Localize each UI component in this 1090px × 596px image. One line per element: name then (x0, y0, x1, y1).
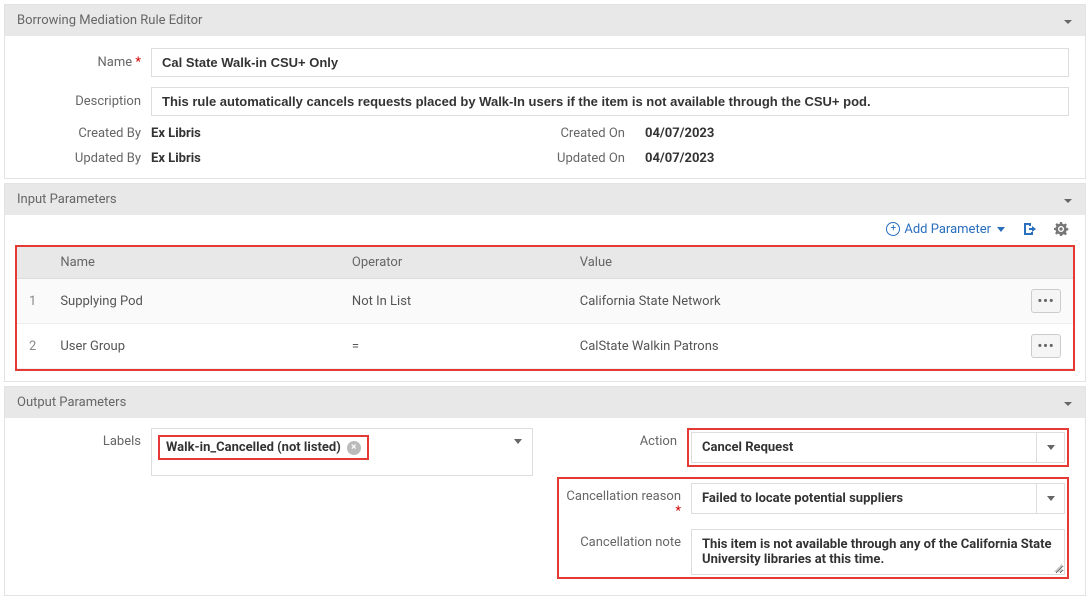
row-name: User Group (48, 324, 340, 369)
gear-icon[interactable] (1053, 221, 1069, 237)
input-params-highlight: Name Operator Value 1 Supplying Pod Not … (15, 245, 1075, 371)
export-icon[interactable] (1021, 221, 1037, 237)
plus-circle-icon: + (886, 222, 900, 236)
row-actions-button[interactable]: ••• (1031, 334, 1061, 358)
row-name: Supplying Pod (48, 279, 340, 324)
action-value: Cancel Request (702, 440, 793, 455)
cancellation-highlight: Cancellation reason Failed to locate pot… (557, 477, 1069, 579)
editor-panel-header[interactable]: Borrowing Mediation Rule Editor (5, 5, 1085, 36)
caret-down-icon (1036, 433, 1064, 462)
input-params-panel: Input Parameters + Add Parameter (4, 183, 1086, 382)
row-idx: 1 (17, 279, 48, 324)
close-icon[interactable]: × (347, 441, 361, 455)
created-by-label: Created By (21, 126, 151, 141)
add-parameter-label: Add Parameter (904, 222, 991, 237)
input-params-title: Input Parameters (17, 192, 117, 207)
table-row[interactable]: 2 User Group = CalState Walkin Patrons •… (17, 324, 1073, 369)
description-input[interactable] (151, 87, 1069, 116)
output-params-header[interactable]: Output Parameters (5, 387, 1085, 418)
updated-by-value: Ex Libris (151, 151, 201, 166)
caret-down-icon (514, 439, 522, 444)
cancel-note-textarea[interactable]: This item is not available through any o… (691, 529, 1065, 575)
input-params-header[interactable]: Input Parameters (5, 184, 1085, 215)
row-value: California State Network (568, 279, 1019, 324)
editor-panel-title: Borrowing Mediation Rule Editor (17, 13, 202, 28)
action-highlight: Cancel Request (687, 428, 1069, 467)
chevron-down-icon (1063, 195, 1073, 205)
row-actions-button[interactable]: ••• (1031, 289, 1061, 313)
col-actions (1019, 247, 1073, 279)
editor-panel: Borrowing Mediation Rule Editor Name Des… (4, 4, 1086, 179)
row-operator: Not In List (340, 279, 568, 324)
name-input[interactable] (151, 48, 1069, 77)
row-operator: = (340, 324, 568, 369)
action-label: Action (557, 428, 687, 449)
labels-chip-text: Walk-in_Cancelled (not listed) (166, 440, 341, 455)
chevron-down-icon (1063, 398, 1073, 408)
caret-down-icon (997, 227, 1005, 232)
description-label: Description (21, 94, 151, 109)
cancel-reason-value: Failed to locate potential suppliers (702, 491, 903, 506)
output-params-body: Labels Walk-in_Cancelled (not listed) × … (5, 418, 1085, 595)
cancel-note-label: Cancellation note (561, 529, 691, 550)
labels-multiselect[interactable]: Walk-in_Cancelled (not listed) × (151, 428, 533, 476)
editor-panel-body: Name Description Created By Ex Libris Cr… (5, 36, 1085, 178)
output-params-panel: Output Parameters Labels Walk-in_Cancell… (4, 386, 1086, 596)
add-parameter-button[interactable]: + Add Parameter (886, 222, 1005, 237)
updated-on-value: 04/07/2023 (645, 151, 714, 166)
col-name: Name (48, 247, 340, 279)
input-params-table: Name Operator Value 1 Supplying Pod Not … (17, 247, 1073, 369)
input-params-toolbar: + Add Parameter (5, 215, 1085, 245)
created-by-value: Ex Libris (151, 126, 201, 141)
action-select[interactable]: Cancel Request (691, 432, 1065, 463)
col-value: Value (568, 247, 1019, 279)
table-row[interactable]: 1 Supplying Pod Not In List California S… (17, 279, 1073, 324)
name-label: Name (21, 55, 151, 70)
chevron-down-icon (1063, 16, 1073, 26)
updated-by-label: Updated By (21, 151, 151, 166)
col-idx (17, 247, 48, 279)
labels-chip: Walk-in_Cancelled (not listed) × (158, 435, 369, 460)
caret-down-icon (1036, 484, 1064, 513)
created-on-value: 04/07/2023 (645, 126, 714, 141)
row-idx: 2 (17, 324, 48, 369)
cancel-reason-select[interactable]: Failed to locate potential suppliers (691, 483, 1065, 514)
input-params-body: + Add Parameter Name Operator Value (5, 215, 1085, 381)
col-operator: Operator (340, 247, 568, 279)
output-params-title: Output Parameters (17, 395, 126, 410)
created-on-label: Created On (545, 126, 645, 141)
row-value: CalState Walkin Patrons (568, 324, 1019, 369)
updated-on-label: Updated On (545, 151, 645, 166)
labels-label: Labels (21, 428, 151, 449)
